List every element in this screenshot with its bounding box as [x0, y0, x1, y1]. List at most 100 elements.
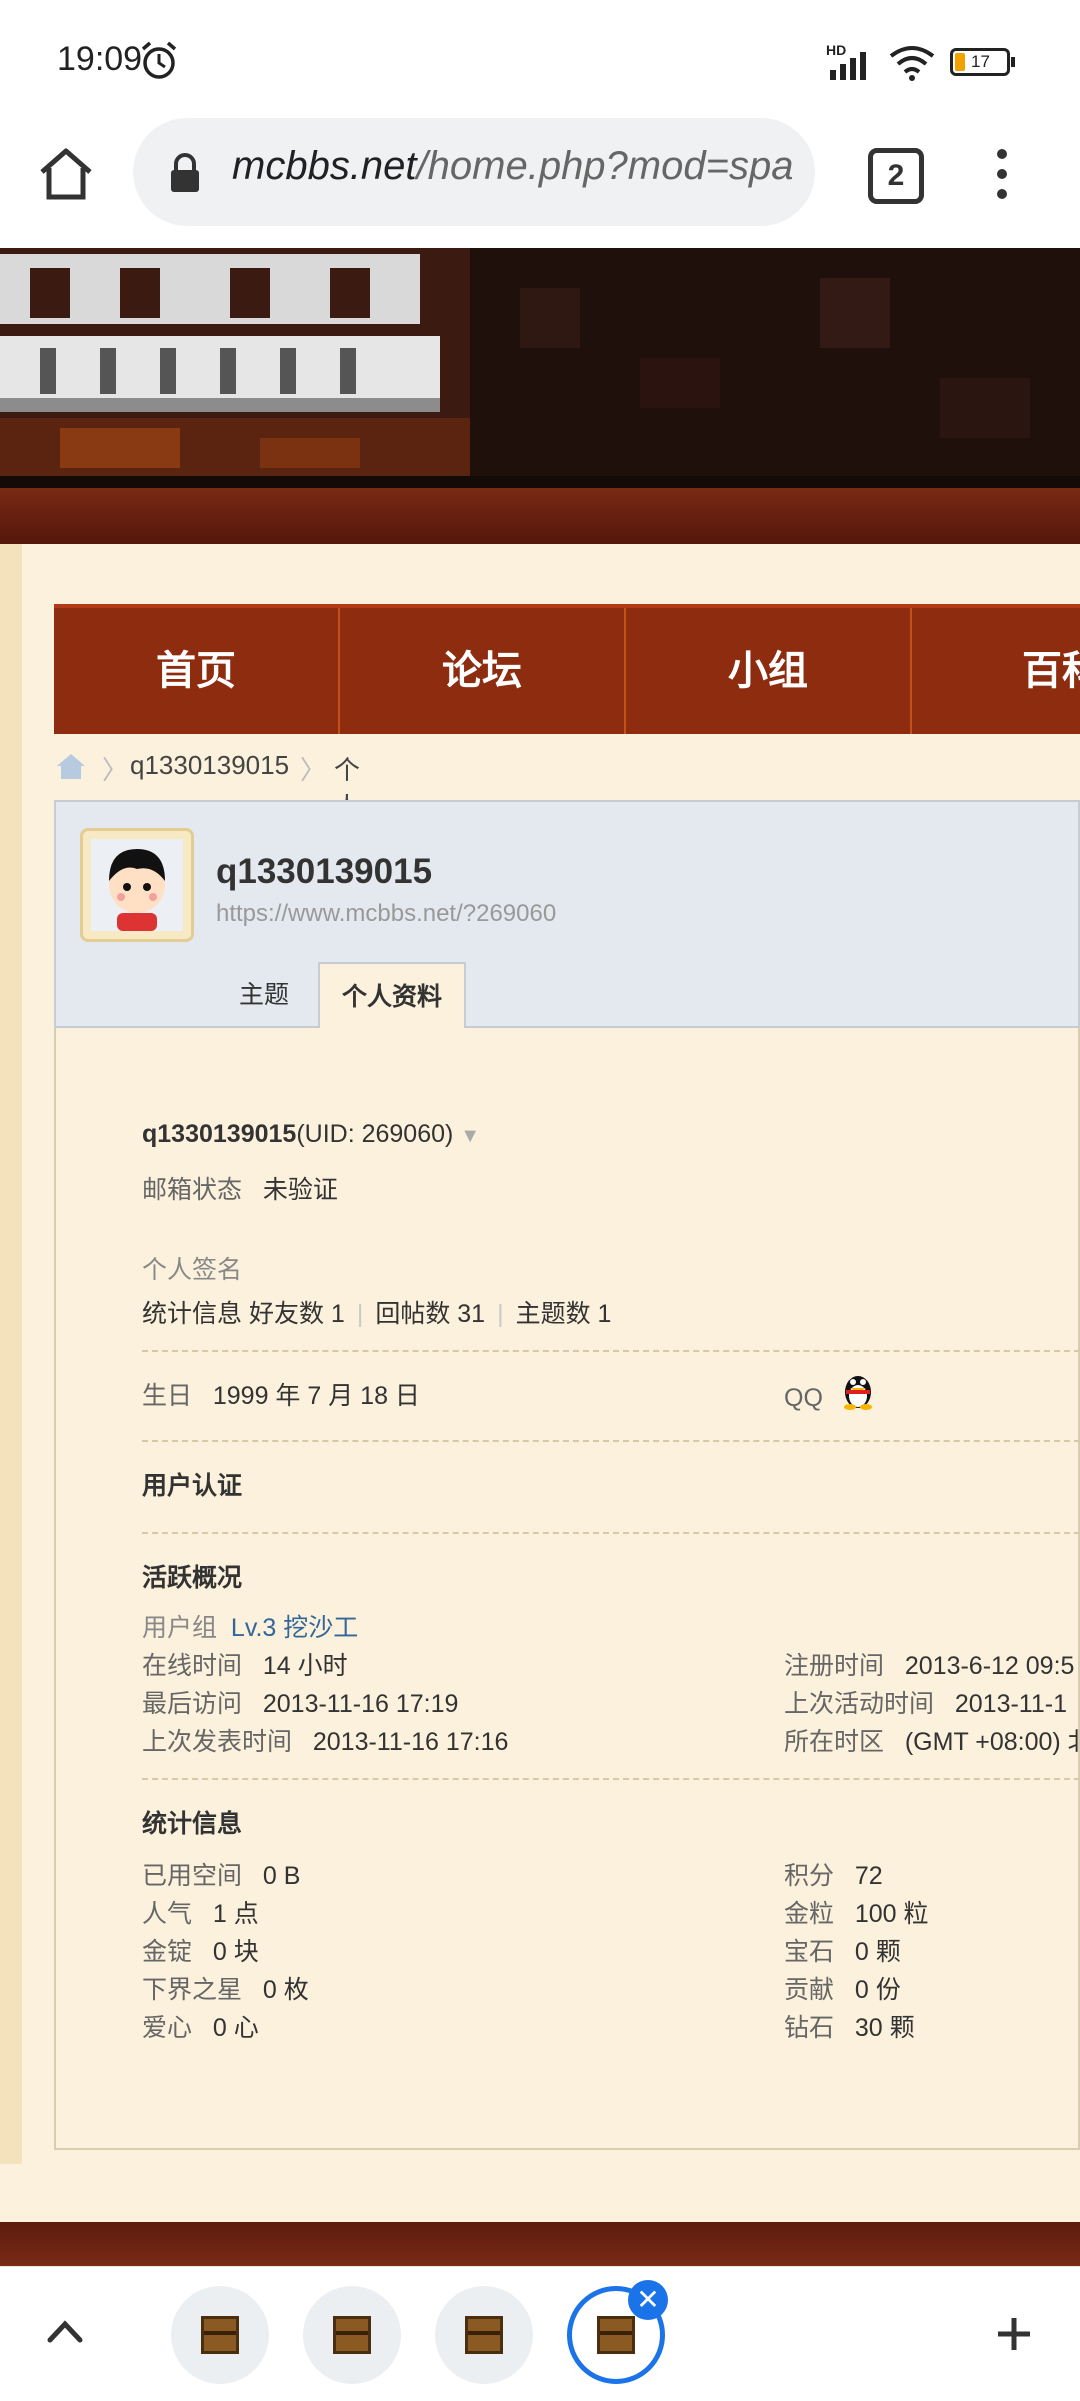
last-visit: 最后访问 2013-11-16 17:19 — [142, 1684, 458, 1720]
lock-icon[interactable] — [168, 152, 202, 194]
status-time: 19:09 — [57, 40, 143, 78]
friends-count[interactable]: 好友数 1 — [249, 1300, 345, 1328]
chest-icon — [333, 2316, 371, 2354]
birthday: 生日 1999 年 7 月 18 日 — [142, 1376, 420, 1412]
divider — [142, 1350, 1080, 1352]
footer-strip — [0, 2222, 1080, 2266]
nav-item-home[interactable]: 首页 — [54, 608, 340, 734]
stat-label: 积分 — [784, 1862, 835, 1890]
chevron-up-icon[interactable] — [46, 2316, 84, 2346]
tab-thumbnail[interactable] — [435, 2286, 533, 2384]
breadcrumb-user[interactable]: q1330139015 — [130, 750, 289, 781]
divider — [142, 1778, 1080, 1780]
last-post-label: 上次发表时间 — [142, 1728, 293, 1756]
dropdown-arrow-icon[interactable]: ▼ — [460, 1125, 480, 1147]
stat-label: 爱心 — [142, 2014, 193, 2042]
stat-value: 0 心 — [212, 2014, 259, 2042]
tab-profile[interactable]: 个人资料 — [318, 962, 466, 1028]
register-time: 注册时间 2013-6-12 09:5 — [784, 1646, 1074, 1682]
last-post: 上次发表时间 2013-11-16 17:16 — [142, 1722, 508, 1758]
breadcrumb-home-icon[interactable] — [54, 752, 88, 780]
stat-label: 金粒 — [784, 1900, 835, 1928]
new-tab-icon[interactable] — [994, 2314, 1034, 2354]
reg-label: 注册时间 — [784, 1652, 885, 1680]
stat-label: 金锭 — [142, 1938, 193, 1966]
user-group: 用户组 Lv.3 挖沙工 — [142, 1608, 358, 1644]
alarm-icon — [141, 41, 177, 79]
online-label: 在线时间 — [142, 1652, 243, 1680]
url-text[interactable]: mcbbs.net/home.php?mod=spa — [232, 144, 792, 200]
stat-value: 1 点 — [212, 1900, 259, 1928]
timezone-value: (GMT +08:00) 北 — [904, 1728, 1080, 1756]
chest-icon — [597, 2316, 635, 2354]
email-value: 未验证 — [262, 1176, 338, 1204]
site-banner — [0, 248, 1080, 488]
stat-left: 下界之星 0 枚 — [142, 1970, 309, 2006]
url-path: /home.php?mod=spa — [416, 144, 792, 188]
qq-penguin-icon[interactable] — [840, 1370, 876, 1410]
more-menu-icon[interactable] — [992, 146, 1012, 202]
stats-heading: 统计信息 — [142, 1810, 243, 1838]
tab-thumbnail[interactable] — [303, 2286, 401, 2384]
online-time: 在线时间 14 小时 — [142, 1646, 348, 1682]
banner-bottom-strip — [0, 488, 1080, 544]
stat-label: 钻石 — [784, 2014, 835, 2042]
stat-left: 爱心 0 心 — [142, 2008, 259, 2044]
tab-switcher-button[interactable]: 2 — [868, 148, 924, 204]
signal-icon — [830, 52, 866, 80]
details-uid: (UID: 269060) — [296, 1120, 454, 1148]
qq-label: QQ — [784, 1384, 823, 1412]
nav-item-wiki[interactable]: 百科 — [912, 608, 1080, 734]
stats-line: 统计信息 好友数 1 | 回帖数 31 | 主题数 1 — [142, 1300, 612, 1328]
cert-heading: 用户认证 — [142, 1472, 243, 1500]
threads-count[interactable]: 主题数 1 — [516, 1300, 612, 1328]
stat-value: 0 块 — [212, 1938, 259, 1966]
signature-label: 个人签名 — [142, 1256, 243, 1284]
stat-value: 0 B — [262, 1862, 301, 1890]
main-nav: 首页 论坛 小组 百科 — [54, 604, 1080, 734]
email-status: 邮箱状态 未验证 — [142, 1170, 338, 1206]
group-value[interactable]: Lv.3 挖沙工 — [231, 1614, 358, 1642]
battery-level: 17 — [971, 52, 990, 71]
birthday-value: 1999 年 7 月 18 日 — [212, 1382, 420, 1410]
stat-right: 宝石 0 颗 — [784, 1932, 901, 1968]
avatar-image — [91, 839, 183, 931]
stat-value: 72 — [854, 1862, 883, 1890]
chest-icon — [201, 2316, 239, 2354]
profile-url[interactable]: https://www.mcbbs.net/?269060 — [216, 900, 556, 928]
profile-username: q1330139015 — [216, 852, 433, 891]
stat-value: 0 颗 — [854, 1938, 901, 1966]
last-post-value: 2013-11-16 17:16 — [312, 1728, 509, 1756]
replies-count[interactable]: 回帖数 31 — [375, 1300, 485, 1328]
chest-icon — [465, 2316, 503, 2354]
reg-value: 2013-6-12 09:5 — [904, 1652, 1075, 1680]
avatar[interactable] — [80, 828, 194, 942]
home-icon[interactable] — [36, 146, 96, 202]
stats-label: 统计信息 — [142, 1300, 243, 1328]
tab-threads[interactable]: 主题 — [212, 962, 316, 1028]
stat-right: 金粒 100 粒 — [784, 1894, 929, 1930]
details-name-line: q1330139015(UID: 269060) ▼ — [142, 1120, 480, 1149]
details-name: q1330139015 — [142, 1120, 297, 1148]
nav-item-group[interactable]: 小组 — [626, 608, 912, 734]
last-visit-value: 2013-11-16 17:19 — [262, 1690, 459, 1718]
stat-value: 30 颗 — [854, 2014, 915, 2042]
banner-logo-image — [0, 248, 1080, 488]
stat-right: 贡献 0 份 — [784, 1970, 901, 2006]
divider — [142, 1532, 1080, 1534]
stat-right: 积分 72 — [784, 1856, 883, 1892]
stat-label: 贡献 — [784, 1976, 835, 2004]
timezone: 所在时区 (GMT +08:00) 北 — [784, 1722, 1080, 1758]
online-value: 14 小时 — [262, 1652, 348, 1680]
stat-value: 0 份 — [854, 1976, 901, 2004]
tab-thumbnail[interactable] — [171, 2286, 269, 2384]
email-label: 邮箱状态 — [142, 1176, 243, 1204]
breadcrumb-separator: 〉 — [102, 755, 129, 785]
last-active-label: 上次活动时间 — [784, 1690, 935, 1718]
battery-icon: 17 — [950, 48, 1015, 76]
breadcrumb-separator: 〉 — [300, 755, 327, 785]
last-active: 上次活动时间 2013-11-1 — [784, 1684, 1067, 1720]
nav-item-forum[interactable]: 论坛 — [340, 608, 626, 734]
close-tab-icon[interactable]: ✕ — [628, 2280, 668, 2320]
stat-left: 人气 1 点 — [142, 1894, 259, 1930]
